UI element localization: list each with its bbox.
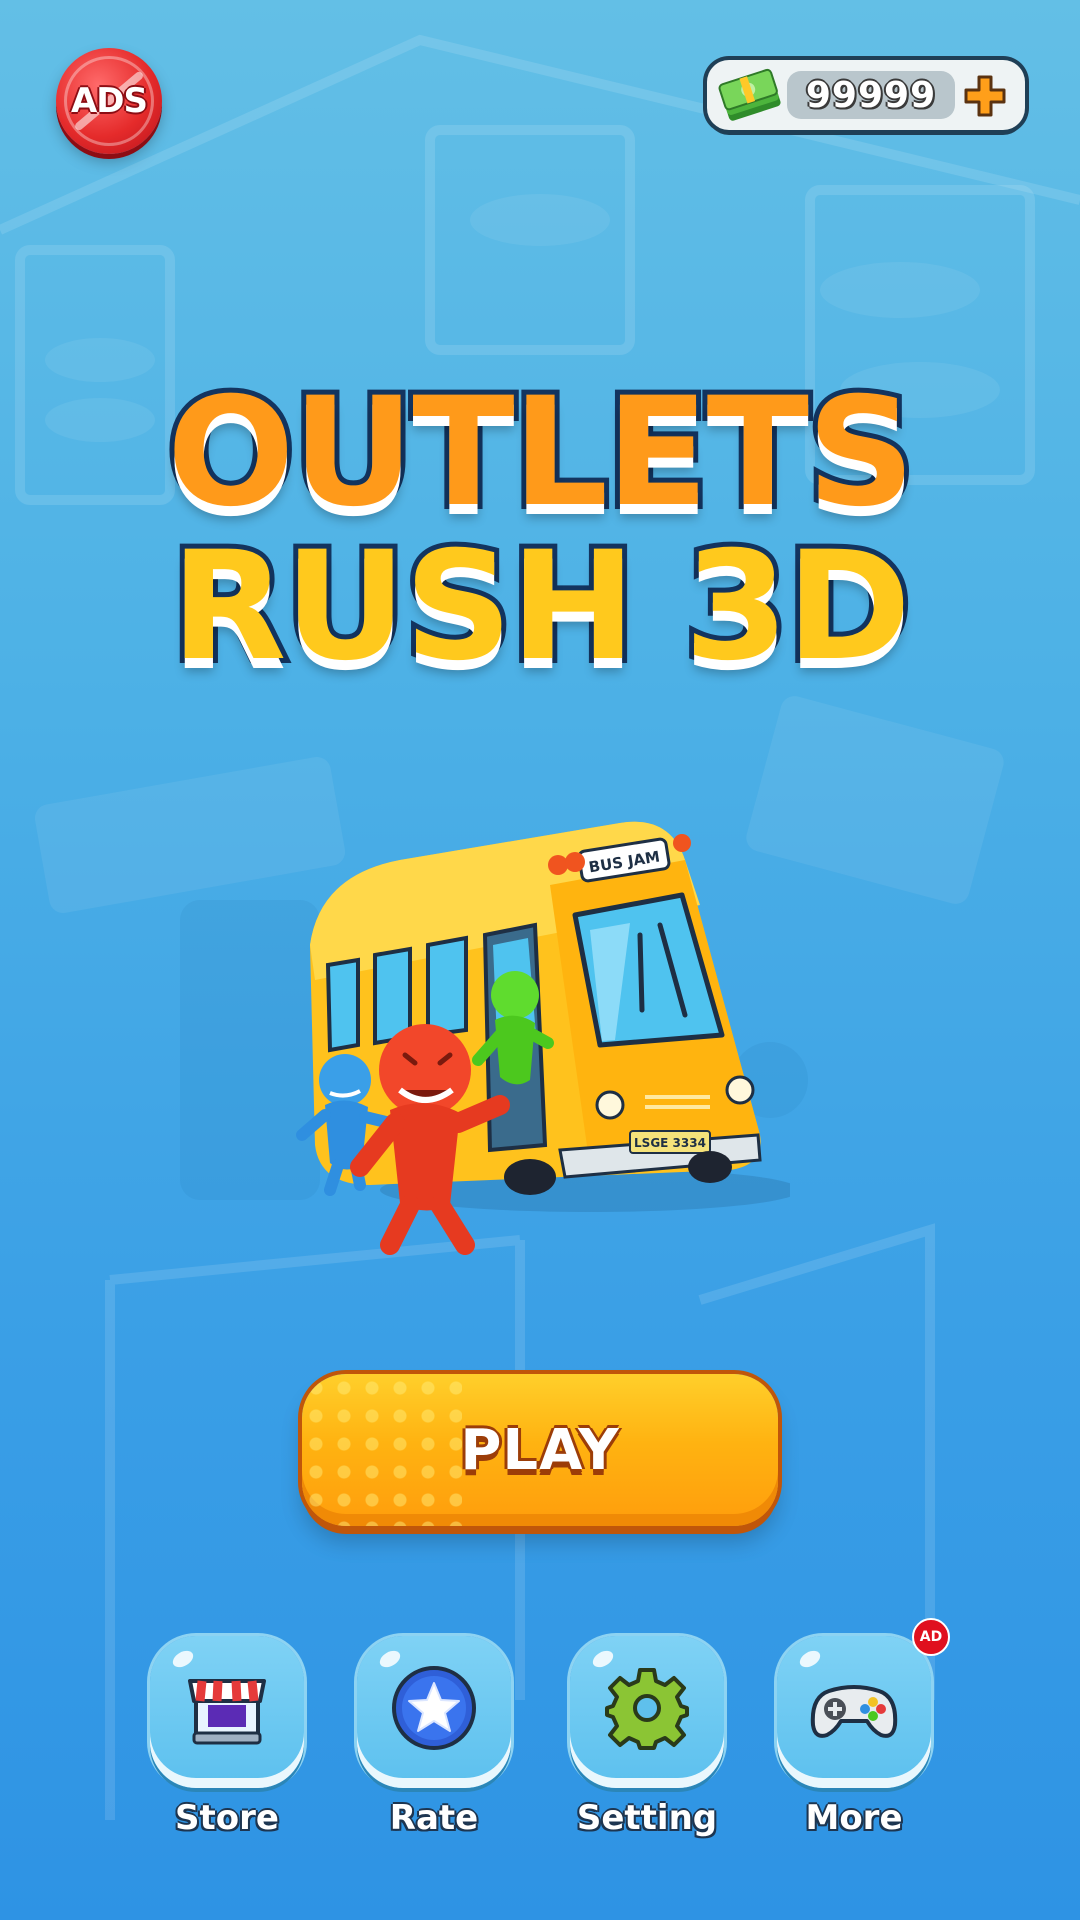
nav-more-label: More [805, 1798, 903, 1838]
cash-amount: 99999 [805, 74, 937, 116]
nav-store-button[interactable]: Store [150, 1636, 304, 1846]
bus-illustration: BUS JAM LSGE 3334 [296, 821, 790, 1255]
nav-store-tile[interactable] [150, 1636, 304, 1788]
star-icon [392, 1666, 476, 1750]
title-text-rush-3d: RUSH 3D [166, 520, 916, 694]
nav-setting-button[interactable]: Setting [570, 1636, 724, 1846]
nav-store-label: Store [175, 1798, 279, 1838]
nav-more-button[interactable]: More [777, 1636, 931, 1846]
cash-value-box: 99999 [787, 71, 955, 119]
nav-rate-label: Rate [389, 1798, 479, 1838]
play-label: PLAY [460, 1417, 620, 1483]
nav-setting-label: Setting [576, 1798, 718, 1838]
play-button[interactable]: PLAY [302, 1374, 778, 1526]
play-button-pattern [302, 1374, 462, 1526]
license-plate-text: LSGE 3334 [634, 1136, 706, 1150]
ad-badge: AD [912, 1618, 950, 1656]
remove-ads-button[interactable]: ADS [56, 48, 162, 154]
gear-icon [605, 1668, 689, 1750]
game-title-line-2: RUSH 3D [0, 520, 1080, 694]
nav-rate-button[interactable]: Rate [357, 1636, 511, 1846]
plus-icon[interactable] [963, 74, 1007, 118]
nav-more-tile[interactable] [777, 1636, 931, 1788]
ads-label: ADS [70, 81, 148, 121]
gamepad-icon [810, 1685, 898, 1738]
nav-setting-tile[interactable] [570, 1636, 724, 1788]
game-title-line-1: OUTLETS [0, 366, 1080, 540]
title-text-outlets: OUTLETS [162, 366, 920, 540]
nav-rate-tile[interactable] [357, 1636, 511, 1788]
currency-panel: 99999 [707, 60, 1025, 130]
cash-stack-icon [718, 68, 781, 121]
shop-icon [188, 1679, 266, 1745]
